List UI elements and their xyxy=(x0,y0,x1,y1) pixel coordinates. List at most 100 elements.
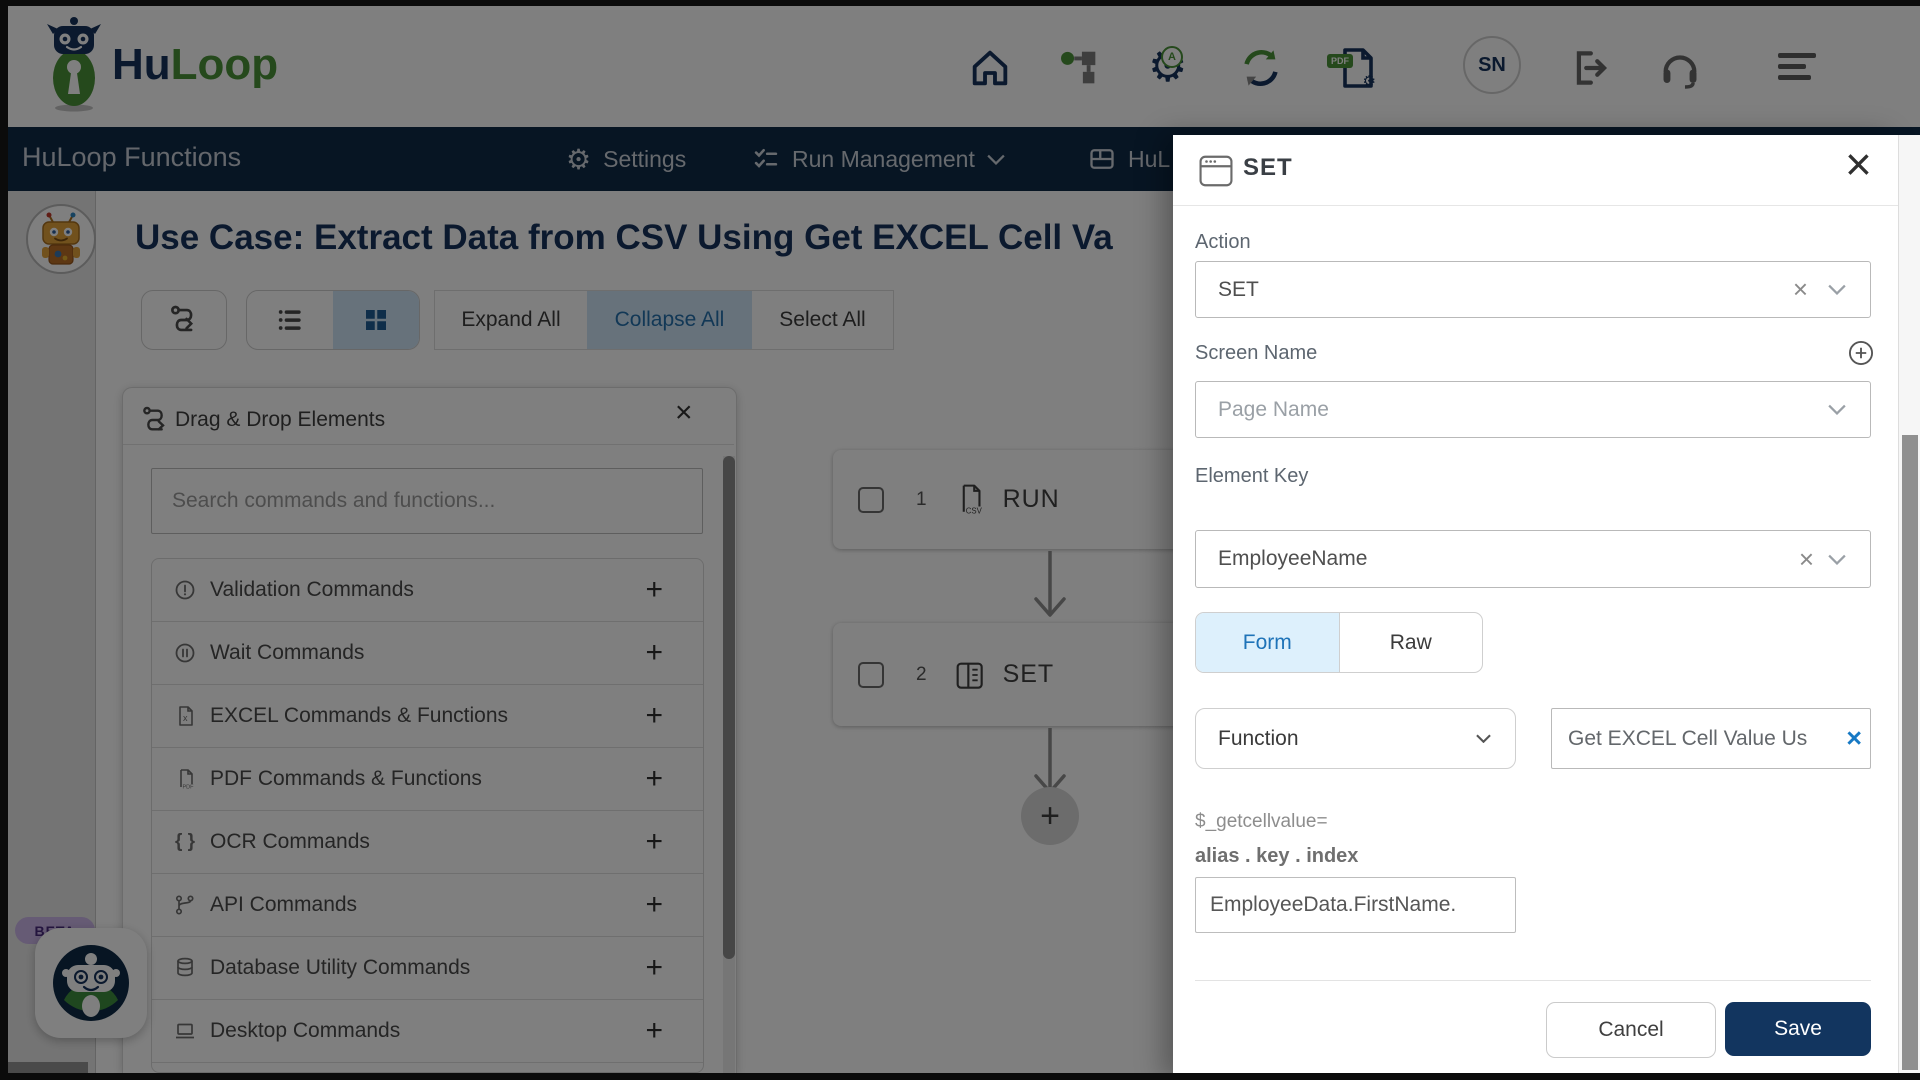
brand-hu: Hu xyxy=(112,40,171,89)
element-key-select[interactable]: EmployeeName × xyxy=(1195,530,1871,588)
add-node-button[interactable]: + xyxy=(1021,787,1079,845)
command-category-list: Validation Commands + Wait Commands + x … xyxy=(151,558,704,1073)
category-label: API Commands xyxy=(210,893,358,916)
action-label: Action xyxy=(1195,231,1251,253)
brand-wordmark[interactable]: Hu Loop xyxy=(112,40,278,90)
top-navbar: HuLoop ⚙ A xyxy=(0,6,1920,127)
huloop-robot-icon xyxy=(47,17,101,112)
add-icon[interactable]: + xyxy=(645,888,663,922)
window-icon xyxy=(1199,155,1233,187)
function-select[interactable]: Function xyxy=(1195,708,1516,769)
cancel-button[interactable]: Cancel xyxy=(1546,1002,1716,1058)
ai-gear-icon[interactable]: ⚙ A xyxy=(1146,42,1194,92)
csv-file-icon: CSV xyxy=(953,483,985,517)
clear-icon[interactable]: × xyxy=(1799,544,1814,575)
category-row-ocr[interactable]: { } OCR Commands + xyxy=(152,811,703,874)
category-row-database[interactable]: Database Utility Commands + xyxy=(152,937,703,1000)
panel-scrollbar-thumb[interactable] xyxy=(723,456,735,959)
huloop-partial-menu[interactable]: HuL xyxy=(1088,127,1170,191)
huloop-logo[interactable] xyxy=(42,14,106,114)
search-input[interactable] xyxy=(151,468,703,534)
category-label: Desktop Commands xyxy=(210,1019,401,1042)
add-icon[interactable]: + xyxy=(645,573,663,607)
category-row-wait[interactable]: Wait Commands + xyxy=(152,622,703,685)
run-management-menu[interactable]: Run Management xyxy=(752,127,1005,191)
user-avatar[interactable]: SN xyxy=(1463,36,1521,94)
grid-view-button[interactable] xyxy=(333,291,419,349)
add-icon[interactable]: + xyxy=(645,825,663,859)
brand-loop: Loop xyxy=(170,40,279,89)
pdf-file-icon: PDF xyxy=(172,767,198,791)
tab-form[interactable]: Form xyxy=(1196,613,1339,672)
status-strip xyxy=(8,1062,88,1073)
assign-key-text: alias . key . index xyxy=(1195,845,1359,867)
chevron-down-icon xyxy=(1828,554,1846,565)
category-row-excel[interactable]: x EXCEL Commands & Functions + xyxy=(152,685,703,748)
action-select[interactable]: SET × xyxy=(1195,261,1871,318)
user-initials: SN xyxy=(1478,53,1506,76)
add-icon[interactable]: + xyxy=(645,1014,663,1048)
flow-icon xyxy=(143,406,165,431)
screen-name-select[interactable]: Page Name xyxy=(1195,381,1871,438)
workflow-icon[interactable] xyxy=(1056,44,1104,92)
form-raw-tabs: Form Raw xyxy=(1195,612,1483,673)
add-screen-icon[interactable] xyxy=(1847,339,1875,367)
page-scrollbar-thumb[interactable] xyxy=(1902,435,1918,1070)
svg-text:PDF: PDF xyxy=(183,785,195,791)
table-icon xyxy=(1090,149,1114,169)
app-window: HuLoop ⚙ A xyxy=(0,0,1920,1080)
add-icon[interactable]: + xyxy=(645,699,663,733)
sync-icon[interactable] xyxy=(1237,44,1285,92)
node-set[interactable]: 2 SET xyxy=(833,623,1185,726)
home-icon[interactable] xyxy=(966,44,1014,92)
node-checkbox[interactable] xyxy=(858,486,884,513)
add-icon[interactable]: + xyxy=(645,636,663,670)
add-icon[interactable]: + xyxy=(645,951,663,985)
divider xyxy=(123,444,734,445)
window-frame-bottom xyxy=(0,1073,1920,1080)
function-value-field[interactable]: Get EXCEL Cell Value Us × xyxy=(1551,708,1871,769)
select-all-button[interactable]: Select All xyxy=(752,291,893,349)
category-label: Wait Commands xyxy=(210,641,365,664)
list-view-button[interactable] xyxy=(247,291,333,349)
save-button[interactable]: Save xyxy=(1725,1002,1871,1056)
run-management-label: Run Management xyxy=(792,145,975,172)
assistant-launcher[interactable] xyxy=(35,928,147,1038)
category-label: Validation Commands xyxy=(210,578,414,601)
category-row-pdf[interactable]: PDF PDF Commands & Functions + xyxy=(152,748,703,811)
node-label: SET xyxy=(1002,660,1055,688)
database-icon xyxy=(172,956,198,980)
pdf-gear-icon[interactable]: PDF ⚙ xyxy=(1327,44,1379,92)
set-properties-drawer: SET × Action SET × Screen Name Page Name… xyxy=(1173,135,1898,1080)
close-icon[interactable]: × xyxy=(1845,137,1872,191)
flow-view-button[interactable] xyxy=(141,290,227,350)
node-run[interactable]: 1 CSV RUN xyxy=(833,450,1185,549)
footer-divider xyxy=(1195,980,1871,981)
category-row-validation[interactable]: Validation Commands + xyxy=(152,559,703,622)
category-row-api[interactable]: API Commands + xyxy=(152,874,703,937)
headset-icon[interactable] xyxy=(1656,44,1704,92)
plus-icon: + xyxy=(1040,796,1060,835)
excel-file-icon: x xyxy=(172,704,198,728)
clear-icon[interactable]: × xyxy=(1793,274,1808,305)
tab-raw[interactable]: Raw xyxy=(1338,613,1483,672)
menu-icon[interactable] xyxy=(1778,44,1822,95)
logout-icon[interactable] xyxy=(1565,44,1613,92)
add-icon[interactable]: + xyxy=(645,762,663,796)
node-label: RUN xyxy=(1002,485,1060,513)
close-icon[interactable]: × xyxy=(675,396,693,430)
assign-variable-text: $_getcellvalue= xyxy=(1195,811,1328,832)
expand-all-button[interactable]: Expand All xyxy=(435,291,587,349)
category-row-desktop[interactable]: Desktop Commands + xyxy=(152,1000,703,1063)
assign-value-input[interactable] xyxy=(1195,877,1516,933)
clear-function-icon[interactable]: × xyxy=(1846,723,1862,754)
svg-text:CSV: CSV xyxy=(965,506,982,515)
orange-robot-icon xyxy=(42,212,80,265)
settings-label: Settings xyxy=(603,145,687,172)
settings-menu[interactable]: ⚙ Settings xyxy=(566,127,686,191)
assistant-avatar[interactable] xyxy=(26,204,96,274)
node-checkbox[interactable] xyxy=(858,661,884,688)
screen-name-label: Screen Name xyxy=(1195,342,1318,364)
panel-title: Drag & Drop Elements xyxy=(175,408,386,431)
collapse-all-button[interactable]: Collapse All xyxy=(587,291,752,349)
